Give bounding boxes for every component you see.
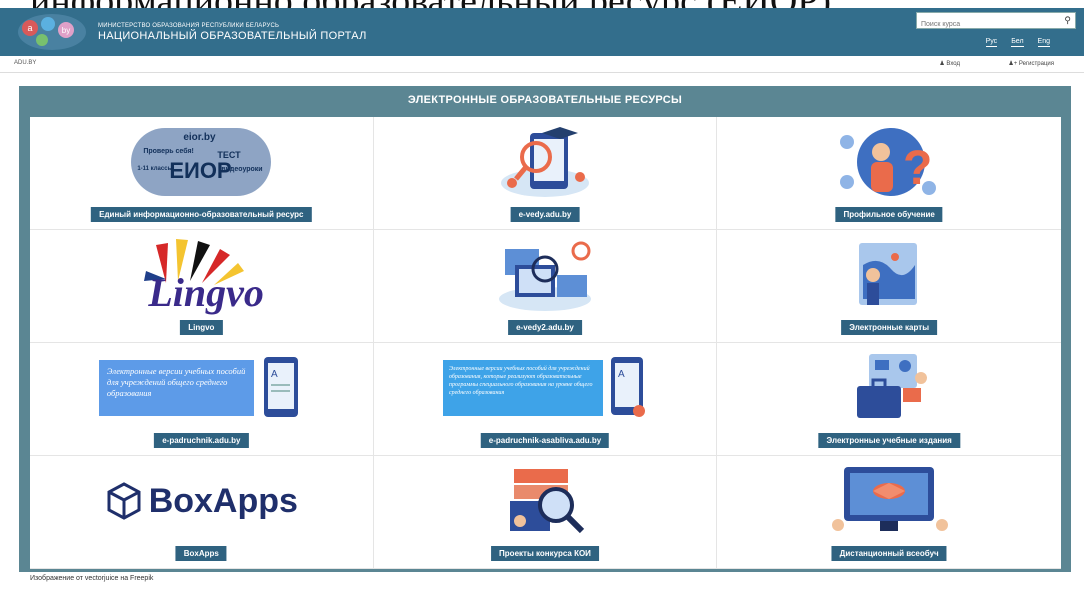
login-link[interactable]: ♟ Вход: [939, 60, 960, 67]
svg-text:a: a: [27, 23, 32, 33]
resource-label[interactable]: BoxApps: [175, 546, 227, 561]
resource-label[interactable]: Электронные карты: [841, 320, 938, 335]
boxapps-logo: BoxApps: [30, 456, 373, 546]
resource-card-e-vedy2[interactable]: e-vedy2.adu.by: [373, 230, 718, 343]
resource-card-eior[interactable]: eior.by Проверь себя! ТЕСТ 1-11 классы Е…: [30, 117, 374, 230]
resource-card-e-padruchnik[interactable]: Электронные версии учебных пособий для у…: [30, 343, 374, 456]
lang-be-link[interactable]: Бел: [1011, 38, 1024, 47]
resource-card-distance-learning[interactable]: Дистанционный всеобуч: [717, 456, 1061, 569]
resource-label[interactable]: Дистанционный всеобуч: [831, 546, 947, 561]
sub-bar: ADU.BY ♟ Вход ♟+ Регистрация: [0, 56, 1084, 73]
register-link[interactable]: ♟+ Регистрация: [1008, 60, 1054, 67]
resource-card-boxapps[interactable]: BoxApps BoxApps: [30, 456, 374, 569]
image-credit[interactable]: Изображение от vectorjuice на Freepik: [30, 575, 153, 582]
resource-label[interactable]: Lingvo: [180, 320, 223, 335]
resource-card-electronic-maps[interactable]: Электронные карты: [717, 230, 1061, 343]
add-user-icon: ♟+: [1008, 61, 1019, 67]
resource-card-profile-education[interactable]: ? Профильное обучение: [717, 117, 1061, 230]
panel-title: ЭЛЕКТРОННЫЕ ОБРАЗОВАТЕЛЬНЫЕ РЕСУРСЫ: [407, 94, 683, 106]
resources-grid: eior.by Проверь себя! ТЕСТ 1-11 классы Е…: [30, 117, 1061, 569]
resource-card-electronic-editions[interactable]: Электронные учебные издания: [717, 343, 1061, 456]
resource-label[interactable]: Проекты конкурса КОИ: [491, 546, 599, 561]
asabliva-banner: Электронные версии учебных пособий для у…: [374, 343, 717, 433]
tablet-magnifier-illustration: [374, 117, 717, 207]
search-input[interactable]: [917, 17, 1065, 32]
course-search[interactable]: ⚲: [916, 12, 1076, 32]
resource-card-lingvo[interactable]: Lingvo Lingvo: [30, 230, 374, 343]
question-mark-illustration: ?: [717, 117, 1061, 207]
padruchnik-banner: Электронные версии учебных пособий для у…: [30, 343, 373, 433]
briefcase-illustration: [717, 343, 1061, 433]
resource-card-koi-projects[interactable]: Проекты конкурса КОИ: [373, 456, 718, 569]
eior-cloud-image: eior.by Проверь себя! ТЕСТ 1-11 классы Е…: [30, 117, 373, 207]
svg-text:A: A: [618, 369, 625, 380]
lingvo-logo: Lingvo: [30, 230, 373, 320]
classroom-screen-illustration: [717, 456, 1061, 546]
search-icon[interactable]: ⚲: [1064, 15, 1071, 26]
ministry-subtitle: МИНИСТЕРСТВО ОБРАЗОВАНИЯ РЕСПУБЛИКИ БЕЛА…: [98, 23, 280, 29]
resources-panel: ЭЛЕКТРОННЫЕ ОБРАЗОВАТЕЛЬНЫЕ РЕСУРСЫ eior…: [19, 86, 1071, 572]
svg-text:A: A: [271, 369, 278, 380]
resource-label[interactable]: Единый информационно-образовательный рес…: [91, 207, 312, 222]
map-illustration: [717, 230, 1061, 320]
portal-logo[interactable]: a by: [14, 10, 92, 54]
analysis-illustration: [374, 456, 717, 546]
language-switcher: Рус Бел Eng: [985, 38, 1050, 47]
resource-label[interactable]: e-padruchnik-asabliva.adu.by: [480, 433, 610, 448]
resource-label[interactable]: Профильное обучение: [835, 207, 943, 222]
resource-label[interactable]: e-vedy.adu.by: [510, 207, 580, 222]
lang-en-link[interactable]: Eng: [1037, 38, 1050, 47]
resource-card-e-vedy[interactable]: e-vedy.adu.by: [373, 117, 718, 230]
cube-icon: [107, 482, 141, 520]
portal-title[interactable]: НАЦИОНАЛЬНЫЙ ОБРАЗОВАТЕЛЬНЫЙ ПОРТАЛ: [98, 30, 367, 43]
site-name[interactable]: ADU.BY: [14, 60, 36, 66]
site-header: a by МИНИСТЕРСТВО ОБРАЗОВАНИЯ РЕСПУБЛИКИ…: [0, 8, 1084, 56]
screens-magnifier-illustration: [374, 230, 717, 320]
resource-label[interactable]: Электронные учебные издания: [818, 433, 960, 448]
resource-card-e-padruchnik-asabliva[interactable]: Электронные версии учебных пособий для у…: [373, 343, 718, 456]
lang-ru-link[interactable]: Рус: [985, 38, 998, 47]
resource-label[interactable]: e-padruchnik.adu.by: [154, 433, 249, 448]
resource-label[interactable]: e-vedy2.adu.by: [508, 320, 582, 335]
svg-text:by: by: [62, 26, 70, 35]
